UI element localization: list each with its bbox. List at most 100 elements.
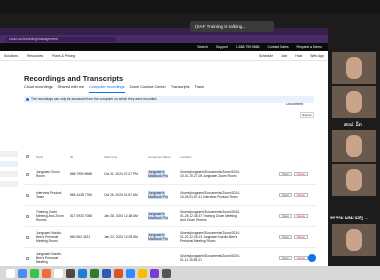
calendar-icon[interactable] xyxy=(54,268,63,278)
delete-button[interactable]: Delete xyxy=(293,256,308,260)
tab-cloud[interactable]: Cloud recordings xyxy=(24,85,53,93)
tab-transcripts[interactable]: Transcripts xyxy=(171,85,190,93)
cell-start-time: Oct 31, 2024 07:27 PM xyxy=(104,171,138,176)
computer-name: Jungsaeri's MacBook Pro xyxy=(148,232,168,241)
table-row[interactable]: Training Zoom Meeting And Zoom Rooms 817 … xyxy=(24,206,316,227)
open-button[interactable]: Open xyxy=(279,256,292,260)
open-button[interactable]: Open xyxy=(279,172,292,176)
tab-computer[interactable]: Computer recordings xyxy=(89,85,125,93)
participant-video xyxy=(346,135,362,157)
cell-topic: Jungsaeri Zoom Room xyxy=(36,169,60,178)
row-select-cell xyxy=(24,214,34,218)
row-checkbox[interactable] xyxy=(26,193,29,197)
cell-topic: Jungsaeri Nordin-Bee's Personal Meeting xyxy=(36,251,63,265)
chrome-icon[interactable] xyxy=(138,268,147,278)
col-id: ID xyxy=(70,155,74,159)
tab-contact-center[interactable]: Zoom Contact Center xyxy=(130,85,166,93)
nav-web-app[interactable]: Web App xyxy=(310,54,324,58)
cell-computer: Jungsaeri's MacBook Pro xyxy=(146,232,178,241)
video-tile[interactable] xyxy=(332,224,376,256)
support-link[interactable]: Support xyxy=(216,45,228,49)
open-button[interactable]: Open xyxy=(279,214,292,218)
cell-location: /Users/jungsaeri/Documents/Zoom/2024-10-… xyxy=(180,169,241,178)
open-button[interactable]: Open xyxy=(279,193,292,197)
computer-name: Jungsaeri's MacBook Pro xyxy=(148,190,168,199)
cell-start-time: Jan 28, 2024 12:38 AM xyxy=(104,213,138,218)
cell-location: /Users/jungsaeri/Documents/Zoom/2024-01-… xyxy=(180,253,241,262)
tab-shared[interactable]: Shared with me xyxy=(58,85,84,93)
table-header: Topic ID Start time Computer Name Locati… xyxy=(24,155,316,160)
teams-icon[interactable] xyxy=(150,268,159,278)
delete-button[interactable]: Delete xyxy=(293,214,308,218)
table-row[interactable]: Jungsaeri Nordin-Bee's Personal Meeting /… xyxy=(24,248,316,266)
row-actions: Open Delete xyxy=(279,214,308,218)
chat-button[interactable] xyxy=(308,254,316,262)
url-field[interactable]: zoom.us/recording/management xyxy=(6,36,116,42)
tab-trash[interactable]: Trash xyxy=(194,85,204,93)
col-computer: Computer Name xyxy=(148,155,171,159)
video-tile[interactable] xyxy=(332,164,376,196)
safari-icon[interactable] xyxy=(18,268,27,278)
cell-computer: Jungsaeri's MacBook Pro xyxy=(146,190,178,199)
row-select-cell xyxy=(24,172,34,176)
delete-button[interactable]: Delete xyxy=(293,193,308,197)
photos-icon[interactable] xyxy=(42,268,51,278)
participant-video xyxy=(346,91,362,113)
export-button[interactable]: Export xyxy=(300,112,314,118)
excel-icon[interactable] xyxy=(90,268,99,278)
row-checkbox[interactable] xyxy=(26,235,29,239)
video-tile[interactable] xyxy=(332,86,376,118)
row-select-cell xyxy=(24,235,34,239)
row-actions: Open Delete xyxy=(279,256,308,260)
table-row[interactable]: Interview Product Team 865 4438 7765 Oct 2… xyxy=(24,185,316,206)
sidebar-item-recordings[interactable] xyxy=(0,161,18,167)
nav-schedule[interactable]: Schedule xyxy=(259,54,273,58)
table-row[interactable]: Jungsaeri Zoom Room 868 7990 8688 Oct 31, … xyxy=(24,164,316,185)
finder-icon[interactable] xyxy=(6,268,15,278)
settings-icon[interactable] xyxy=(162,268,171,278)
notes-icon[interactable] xyxy=(66,268,75,278)
dock xyxy=(0,266,380,280)
row-checkbox[interactable] xyxy=(26,256,29,260)
contact-sales-link[interactable]: Contact Sales xyxy=(267,45,288,49)
cell-computer: Jungsaeri's MacBook Pro xyxy=(146,169,178,178)
cell-topic: Interview Product Team xyxy=(36,190,62,199)
computer-name: Jungsaeri's MacBook Pro xyxy=(148,169,168,178)
cell-location: /Users/jungsaeri/Documents/Zoom/2024-10-… xyxy=(180,190,241,199)
appstore-icon[interactable] xyxy=(78,268,87,278)
sidebar-item[interactable] xyxy=(0,181,18,187)
nav-resources[interactable]: Resources xyxy=(27,54,43,58)
video-tile[interactable] xyxy=(332,130,376,162)
cell-start-time: Oct 26, 2024 01:57 AM xyxy=(104,192,138,197)
info-banner: The recordings can only be accessed from… xyxy=(24,96,314,103)
recording-tabs: Cloud recordings Shared with me Computer… xyxy=(24,85,204,93)
delete-button[interactable]: Delete xyxy=(293,235,308,239)
open-button[interactable]: Open xyxy=(279,235,292,239)
select-all-cell xyxy=(24,155,34,160)
word-icon[interactable] xyxy=(102,268,111,278)
video-tile[interactable] xyxy=(332,52,376,84)
sidebar-item[interactable] xyxy=(0,171,18,177)
messages-icon[interactable] xyxy=(30,268,39,278)
cell-topic: Jungsaeri Nordin-Bee's Personal Meeting … xyxy=(36,230,63,244)
select-all-checkbox[interactable] xyxy=(26,155,29,158)
table-row[interactable]: Jungsaeri Nordin-Bee's Personal Meeting … xyxy=(24,227,316,248)
sidebar-item[interactable] xyxy=(0,151,18,157)
nav-join[interactable]: Join xyxy=(281,54,287,58)
delete-button[interactable]: Delete xyxy=(293,172,308,176)
row-checkbox[interactable] xyxy=(26,172,29,176)
search-link[interactable]: Search xyxy=(197,45,208,49)
powerpoint-icon[interactable] xyxy=(114,268,123,278)
nav-host[interactable]: Host xyxy=(295,54,302,58)
participant-video xyxy=(346,169,362,191)
tab-strip xyxy=(0,28,328,35)
nav-plans[interactable]: Plans & Pricing xyxy=(52,54,75,58)
participant-video xyxy=(346,57,362,79)
zoom-icon[interactable] xyxy=(126,268,135,278)
phone-link[interactable]: 1.888.799.9666 xyxy=(236,45,260,49)
request-demo-link[interactable]: Request a Demo xyxy=(297,45,322,49)
row-actions: Open Delete xyxy=(279,235,308,239)
row-checkbox[interactable] xyxy=(26,214,29,218)
row-actions: Open Delete xyxy=(279,172,308,176)
nav-solutions[interactable]: Solutions xyxy=(4,54,18,58)
